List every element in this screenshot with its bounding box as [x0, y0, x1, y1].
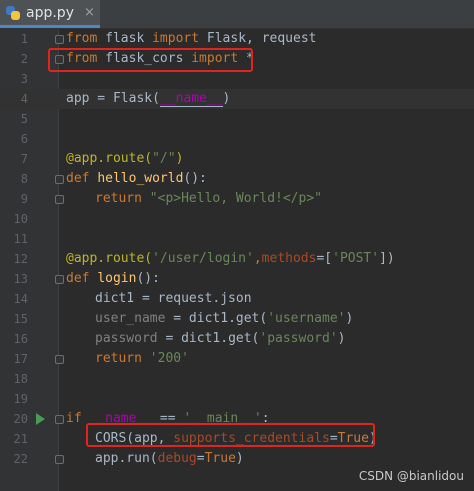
code-line-current[interactable]: 4 app = Flask(__name__)	[0, 89, 474, 109]
code-text: from flask import Flask, request	[66, 31, 317, 46]
editor-tab-bar: app.py ×	[0, 0, 474, 29]
code-line[interactable]: 1 from flask import Flask, request	[0, 29, 474, 49]
line-number: 12	[13, 252, 28, 266]
code-line[interactable]: 5	[0, 109, 474, 129]
highlight-box-cors	[86, 423, 375, 447]
code-text: app.run(debug=True)	[95, 451, 244, 466]
code-line[interactable]: 6	[0, 129, 474, 149]
line-number: 8	[20, 172, 28, 186]
tab-app-py[interactable]: app.py ×	[0, 0, 100, 28]
line-number: 3	[20, 72, 28, 86]
code-line[interactable]: 15 user_name = dict1.get('username')	[0, 309, 474, 329]
code-line[interactable]: 18	[0, 369, 474, 389]
line-number: 9	[20, 192, 28, 206]
code-line[interactable]: 7 @app.route("/")	[0, 149, 474, 169]
code-text: user_name = dict1.get('username')	[95, 311, 354, 326]
fold-marker-icon[interactable]	[55, 415, 64, 424]
line-number: 16	[13, 332, 28, 346]
code-text: def hello_world():	[66, 171, 207, 186]
code-text: return '200'	[95, 351, 189, 366]
line-number: 18	[13, 372, 28, 386]
code-line[interactable]: 10	[0, 209, 474, 229]
line-number: 4	[20, 92, 28, 106]
code-line[interactable]: 22 app.run(debug=True)	[0, 449, 474, 469]
line-number: 1	[20, 32, 28, 46]
line-number: 2	[20, 52, 28, 66]
code-line[interactable]: 14 dict1 = request.json	[0, 289, 474, 309]
fold-marker-icon[interactable]	[55, 175, 64, 184]
code-text: def login():	[66, 271, 160, 286]
code-editor[interactable]: 1 from flask import Flask, request 2 fro…	[0, 29, 474, 491]
python-file-icon	[6, 5, 20, 20]
line-number: 17	[13, 352, 28, 366]
line-number: 11	[13, 232, 28, 246]
code-line[interactable]: 13 def login():	[0, 269, 474, 289]
line-number: 7	[20, 152, 28, 166]
code-line[interactable]: 12 @app.route('/user/login',methods=['PO…	[0, 249, 474, 269]
code-text: dict1 = request.json	[95, 291, 252, 306]
code-line[interactable]: 9 return "<p>Hello, World!</p>"	[0, 189, 474, 209]
tab-label: app.py	[26, 4, 74, 21]
fold-marker-icon[interactable]	[55, 195, 64, 204]
code-line[interactable]: 17 return '200'	[0, 349, 474, 369]
code-line[interactable]: 8 def hello_world():	[0, 169, 474, 189]
code-line[interactable]: 19	[0, 389, 474, 409]
code-text: @app.route("/")	[66, 151, 184, 166]
line-number: 22	[13, 452, 28, 466]
code-text: @app.route('/user/login',methods=['POST'…	[66, 251, 395, 266]
line-number: 6	[20, 132, 28, 146]
run-icon[interactable]	[36, 413, 45, 425]
fold-marker-icon[interactable]	[55, 275, 64, 284]
line-number: 10	[13, 212, 28, 226]
line-number: 20	[13, 412, 28, 426]
highlight-box-import	[48, 48, 253, 72]
line-number: 13	[13, 272, 28, 286]
code-text: app = Flask(__name__)	[66, 91, 231, 107]
fold-marker-icon[interactable]	[55, 35, 64, 44]
watermark: CSDN @bianlidou	[358, 469, 464, 483]
line-number: 14	[13, 292, 28, 306]
code-text: return "<p>Hello, World!</p>"	[95, 191, 322, 206]
line-number: 21	[13, 432, 28, 446]
code-line[interactable]: 16 password = dict1.get('password')	[0, 329, 474, 349]
line-number: 15	[13, 312, 28, 326]
code-text: password = dict1.get('password')	[95, 331, 346, 346]
code-line[interactable]: 3	[0, 69, 474, 89]
fold-marker-icon[interactable]	[55, 455, 64, 464]
code-line[interactable]: 11	[0, 229, 474, 249]
close-tab-icon[interactable]: ×	[84, 5, 95, 20]
line-number: 5	[20, 112, 28, 126]
line-number: 19	[13, 392, 28, 406]
fold-marker-icon[interactable]	[55, 355, 64, 364]
